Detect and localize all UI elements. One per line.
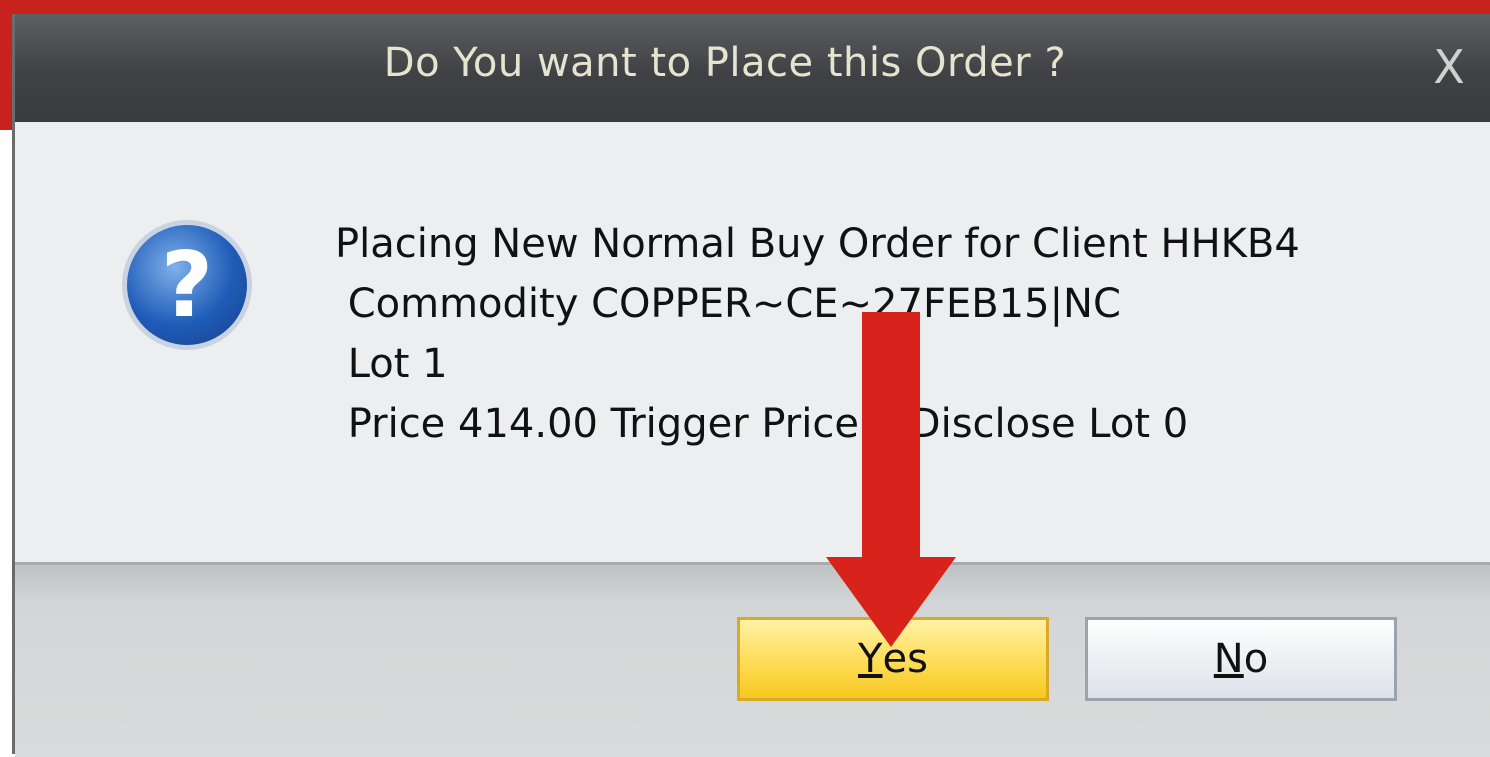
screenshot-stage: Do You want to Place this Order ? X ? Pl… bbox=[0, 0, 1490, 757]
dialog-button-bar: Yes No bbox=[15, 562, 1490, 757]
message-line-price: Price 414.00 Trigger Price 0 Disclose Lo… bbox=[335, 401, 1189, 447]
no-label-rest: o bbox=[1243, 636, 1269, 682]
close-button[interactable]: X bbox=[1418, 32, 1480, 102]
confirm-order-dialog: Do You want to Place this Order ? X ? Pl… bbox=[12, 14, 1490, 757]
order-message: Placing New Normal Buy Order for Client … bbox=[335, 214, 1300, 454]
message-line-lot: Lot 1 bbox=[335, 341, 448, 387]
message-line-commodity: Commodity COPPER~CE~27FEB15|NC bbox=[335, 281, 1121, 327]
dialog-body: ? Placing New Normal Buy Order for Clien… bbox=[15, 122, 1490, 562]
close-icon: X bbox=[1433, 40, 1465, 94]
question-icon: ? bbox=[122, 220, 252, 350]
arrow-shaft bbox=[862, 312, 920, 562]
arrow-head bbox=[826, 557, 956, 647]
no-mnemonic: N bbox=[1213, 636, 1244, 682]
left-margin bbox=[0, 130, 12, 757]
message-line-client: Placing New Normal Buy Order for Client … bbox=[335, 221, 1300, 267]
red-down-arrow-icon bbox=[826, 312, 956, 647]
dialog-title: Do You want to Place this Order ? bbox=[383, 40, 1067, 86]
no-button[interactable]: No bbox=[1085, 617, 1397, 701]
dialog-titlebar: Do You want to Place this Order ? X bbox=[15, 14, 1490, 122]
